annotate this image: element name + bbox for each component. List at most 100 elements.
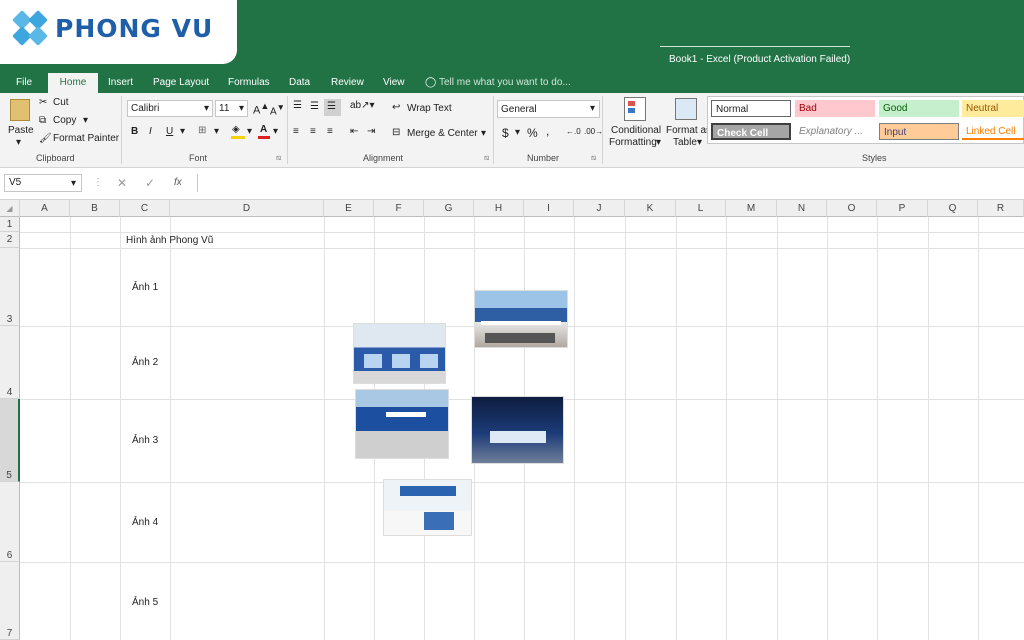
conditional-formatting-label-2[interactable]: Formatting bbox=[609, 137, 657, 148]
style-check-cell[interactable]: Check Cell bbox=[711, 123, 791, 140]
increase-decimal-icon[interactable]: ←.0 bbox=[566, 127, 581, 136]
store-photo-5[interactable] bbox=[383, 479, 472, 536]
tab-review[interactable]: Review bbox=[331, 77, 364, 88]
cut-button[interactable]: Cut bbox=[53, 97, 69, 108]
cancel-icon[interactable]: ✕ bbox=[117, 176, 127, 190]
style-good[interactable]: Good bbox=[879, 100, 959, 117]
store-photo-2[interactable] bbox=[353, 323, 446, 384]
chevron-down-icon[interactable]: ▾ bbox=[247, 126, 252, 137]
row-header[interactable]: 3 bbox=[0, 248, 20, 326]
dialog-launcher-icon[interactable]: ⧅ bbox=[276, 153, 281, 163]
column-header[interactable]: L bbox=[676, 200, 726, 217]
chevron-down-icon[interactable]: ▾ bbox=[180, 126, 185, 137]
row-header[interactable]: 4 bbox=[0, 326, 20, 399]
style-neutral[interactable]: Neutral bbox=[962, 100, 1024, 117]
cell-c2[interactable]: Hình ảnh Phong Vũ bbox=[126, 235, 213, 246]
number-format-select[interactable]: General ▾ bbox=[497, 100, 600, 118]
row-header-selected[interactable]: 5 bbox=[0, 399, 20, 482]
row-header[interactable]: 6 bbox=[0, 482, 20, 562]
column-header[interactable]: D bbox=[170, 200, 324, 217]
column-header[interactable]: I bbox=[524, 200, 574, 217]
column-header[interactable]: M bbox=[726, 200, 777, 217]
row-header[interactable]: 2 bbox=[0, 232, 20, 248]
store-photo-3[interactable] bbox=[355, 389, 449, 459]
column-header[interactable]: H bbox=[474, 200, 524, 217]
format-as-table-label-2[interactable]: Table bbox=[673, 137, 697, 148]
enter-icon[interactable]: ✓ bbox=[145, 176, 155, 190]
cell-c5[interactable]: Ảnh 3 bbox=[132, 435, 158, 446]
increase-font-icon[interactable]: A▲ bbox=[253, 101, 269, 117]
chevron-down-icon[interactable]: ▾ bbox=[697, 137, 702, 148]
column-header[interactable]: J bbox=[574, 200, 625, 217]
format-as-table-label[interactable]: Format as bbox=[666, 125, 711, 136]
percent-icon[interactable]: % bbox=[527, 126, 538, 140]
dialog-launcher-icon[interactable]: ⧅ bbox=[484, 153, 489, 163]
increase-indent-icon[interactable]: ⇥ bbox=[367, 126, 375, 137]
tab-data[interactable]: Data bbox=[289, 77, 310, 88]
style-normal[interactable]: Normal bbox=[711, 100, 791, 117]
chevron-down-icon[interactable]: ▾ bbox=[83, 115, 88, 126]
italic-button[interactable]: I bbox=[149, 126, 152, 137]
style-explanatory[interactable]: Explanatory ... bbox=[795, 123, 875, 140]
decrease-decimal-icon[interactable]: .00→ bbox=[584, 127, 603, 136]
tab-page-layout[interactable]: Page Layout bbox=[153, 77, 209, 88]
align-right-icon[interactable]: ≡ bbox=[327, 126, 333, 137]
column-header[interactable]: F bbox=[374, 200, 424, 217]
format-painter-button[interactable]: Format Painter bbox=[53, 133, 119, 144]
decrease-font-icon[interactable]: A▼ bbox=[270, 102, 285, 117]
style-input[interactable]: Input bbox=[879, 123, 959, 140]
orientation-icon[interactable]: ab↗▾ bbox=[350, 100, 375, 111]
store-photo-4[interactable] bbox=[471, 396, 564, 464]
merge-center-button[interactable]: Merge & Center bbox=[407, 128, 478, 139]
row-header[interactable]: 1 bbox=[0, 217, 20, 232]
bold-button[interactable]: B bbox=[131, 126, 138, 137]
column-header[interactable]: A bbox=[20, 200, 70, 217]
column-header[interactable]: C bbox=[120, 200, 170, 217]
column-header[interactable]: E bbox=[324, 200, 374, 217]
select-all-button[interactable]: ◢ bbox=[0, 200, 20, 217]
paste-button[interactable]: Paste bbox=[8, 125, 34, 136]
insert-function-button[interactable]: fx bbox=[174, 177, 182, 188]
column-header[interactable]: N bbox=[777, 200, 827, 217]
store-photo-1[interactable] bbox=[474, 290, 568, 348]
tell-me-input[interactable]: Tell me what you want to do... bbox=[439, 77, 571, 88]
align-middle-icon[interactable]: ☰ bbox=[310, 101, 319, 112]
font-name-select[interactable]: Calibri ▾ bbox=[127, 100, 213, 117]
font-color-icon[interactable]: A bbox=[258, 124, 270, 139]
conditional-formatting-label[interactable]: Conditional bbox=[611, 125, 661, 136]
chevron-down-icon[interactable]: ▾ bbox=[16, 137, 21, 148]
dialog-launcher-icon[interactable]: ⧅ bbox=[591, 153, 596, 163]
chevron-down-icon[interactable]: ▾ bbox=[214, 126, 219, 137]
cell-c3[interactable]: Ảnh 1 bbox=[132, 282, 158, 293]
copy-button[interactable]: Copy bbox=[53, 115, 76, 126]
underline-button[interactable]: U bbox=[166, 126, 173, 137]
font-size-select[interactable]: 11 ▾ bbox=[215, 100, 248, 117]
tab-view[interactable]: View bbox=[383, 77, 405, 88]
wrap-text-button[interactable]: Wrap Text bbox=[407, 103, 452, 114]
column-header[interactable]: R bbox=[978, 200, 1024, 217]
column-header[interactable]: O bbox=[827, 200, 877, 217]
style-bad[interactable]: Bad bbox=[795, 100, 875, 117]
chevron-down-icon[interactable]: ▾ bbox=[515, 127, 520, 138]
borders-icon[interactable]: ⊞ bbox=[198, 125, 206, 136]
tab-home[interactable]: Home bbox=[48, 73, 98, 93]
cell-c7[interactable]: Ảnh 5 bbox=[132, 597, 158, 608]
decrease-indent-icon[interactable]: ⇤ bbox=[350, 126, 358, 137]
fill-color-icon[interactable]: ◈ bbox=[231, 124, 245, 139]
tab-insert[interactable]: Insert bbox=[108, 77, 133, 88]
align-left-icon[interactable]: ≡ bbox=[293, 126, 299, 137]
column-header[interactable]: B bbox=[70, 200, 120, 217]
chevron-down-icon[interactable]: ▾ bbox=[656, 137, 661, 148]
chevron-down-icon[interactable]: ▾ bbox=[481, 128, 486, 139]
cell-c6[interactable]: Ảnh 4 bbox=[132, 517, 158, 528]
cell-c4[interactable]: Ảnh 2 bbox=[132, 357, 158, 368]
column-header[interactable]: Q bbox=[928, 200, 978, 217]
align-top-icon[interactable]: ☰ bbox=[293, 100, 302, 111]
row-header[interactable]: 7 bbox=[0, 562, 20, 640]
currency-icon[interactable]: $ bbox=[502, 126, 509, 140]
tab-formulas[interactable]: Formulas bbox=[228, 77, 270, 88]
comma-icon[interactable]: , bbox=[546, 124, 549, 138]
tab-file[interactable]: File bbox=[16, 77, 32, 88]
formula-input[interactable] bbox=[197, 174, 1024, 192]
chevron-down-icon[interactable]: ▾ bbox=[273, 126, 278, 137]
